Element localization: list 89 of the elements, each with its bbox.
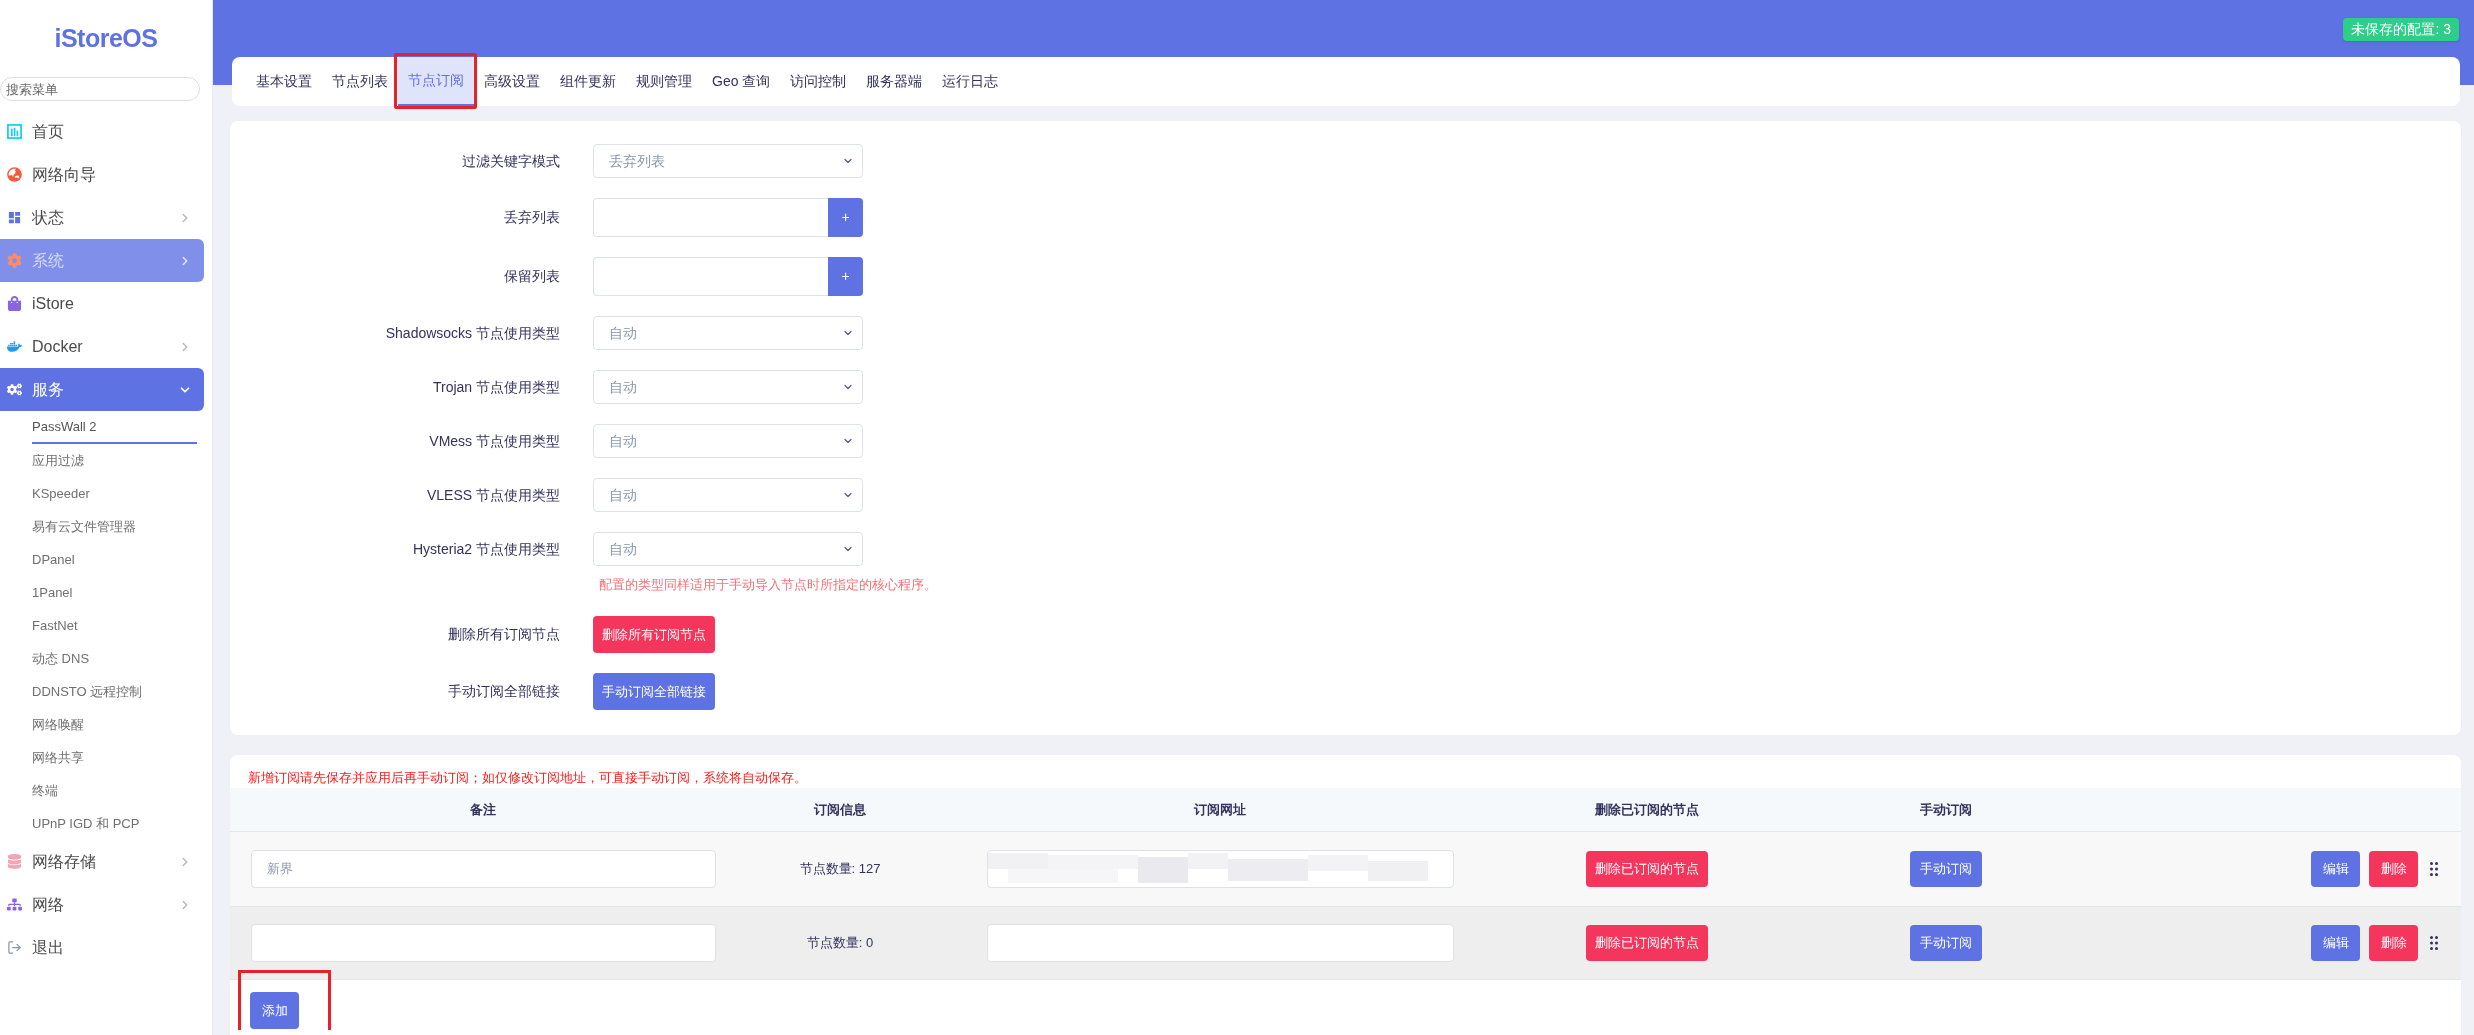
dashboard-icon (7, 210, 22, 225)
submenu-item[interactable]: 易有云文件管理器 (32, 510, 197, 543)
sidebar-item[interactable]: 网络向导 (0, 153, 204, 196)
sidebar-item[interactable]: 首页 (0, 110, 204, 153)
submenu-item[interactable]: PassWall 2 (32, 411, 197, 444)
submenu-item[interactable]: 1Panel (32, 576, 197, 609)
column-header: 删除已订阅的节点 (1595, 800, 1699, 819)
tab[interactable]: 节点订阅 (398, 57, 474, 106)
submenu-item[interactable]: 网络共享 (32, 741, 197, 774)
node-count: 节点数量: 127 (799, 860, 881, 879)
delete-nodes-button[interactable]: 删除已订阅的节点 (1586, 851, 1708, 887)
select-field[interactable]: 自动 (593, 532, 863, 566)
field-label: 丢弃列表 (503, 208, 560, 227)
tab[interactable]: 服务器端 (856, 57, 933, 106)
field-label: Trojan 节点使用类型 (431, 378, 560, 397)
sidebar-item[interactable]: 网络存储 (0, 840, 204, 883)
delete-button[interactable]: 删除 (2369, 851, 2418, 887)
input-field[interactable] (593, 198, 828, 237)
submenu-item[interactable]: KSpeeder (32, 477, 197, 510)
sidebar-item[interactable]: Docker (0, 325, 204, 368)
field-label: 保留列表 (503, 267, 560, 286)
submenu-item[interactable]: UPnP IGD 和 PCP (32, 807, 197, 840)
field-label: 手动订阅全部链接 (447, 682, 560, 701)
edit-button[interactable]: 编辑 (2311, 925, 2360, 961)
tab[interactable]: Geo 查询 (702, 57, 781, 106)
logout-icon (7, 940, 22, 955)
field-label: VMess 节点使用类型 (428, 432, 560, 451)
edit-button[interactable]: 编辑 (2311, 851, 2360, 887)
action-button[interactable]: 手动订阅全部链接 (593, 673, 715, 710)
select-field[interactable]: 自动 (593, 424, 863, 458)
add-button[interactable]: 添加 (250, 992, 299, 1029)
sitemap-icon (7, 897, 22, 912)
submenu-item[interactable]: 网络唤醒 (32, 708, 197, 741)
gear-icon (7, 253, 22, 268)
tab[interactable]: 高级设置 (474, 57, 550, 106)
submenu-item[interactable]: 应用过滤 (32, 444, 197, 477)
submenu-item[interactable]: FastNet (32, 609, 197, 642)
tab[interactable]: 访问控制 (780, 57, 857, 106)
field-label: 删除所有订阅节点 (447, 625, 560, 644)
database-icon (7, 854, 22, 869)
field-label: VLESS 节点使用类型 (425, 486, 560, 505)
sidebar-item[interactable]: 网络 (0, 883, 204, 926)
field-label: 过滤关键字模式 (461, 152, 560, 171)
submenu-item[interactable]: 终端 (32, 774, 197, 807)
drag-handle-icon[interactable] (2430, 936, 2438, 950)
add-item-button[interactable]: + (828, 257, 863, 296)
logo: iStoreOS (54, 22, 158, 54)
select-field[interactable]: 自动 (593, 316, 863, 350)
url-field[interactable] (986, 924, 1454, 962)
input-field[interactable] (593, 257, 828, 296)
field-label: Hysteria2 节点使用类型 (411, 540, 560, 559)
select-field[interactable]: 自动 (593, 478, 863, 512)
column-header: 手动订阅 (1920, 800, 1972, 819)
submenu-item[interactable]: 动态 DNS (32, 642, 197, 675)
subscribe-button[interactable]: 手动订阅 (1910, 851, 1982, 887)
submenu-item[interactable]: DPanel (32, 543, 197, 576)
sidebar-item[interactable]: iStore (0, 282, 204, 325)
delete-button[interactable]: 删除 (2369, 925, 2418, 961)
column-header: 备注 (469, 800, 496, 819)
action-button[interactable]: 删除所有订阅节点 (593, 616, 715, 653)
notice-text: 新增订阅请先保存并应用后再手动订阅；如仅修改订阅地址，可直接手动订阅，系统将自动保存。 (247, 769, 808, 786)
hint-text: 配置的类型同样适用于手动导入节点时所指定的核心程序。 (599, 578, 937, 592)
sidebar-item[interactable]: 服务 (0, 368, 204, 411)
field-label: Shadowsocks 节点使用类型 (384, 324, 560, 343)
submenu-item[interactable]: DDNSTO 远程控制 (32, 675, 197, 708)
select-field[interactable]: 丢弃列表 (593, 144, 863, 178)
gears-icon (7, 382, 22, 397)
remark-field[interactable] (251, 924, 716, 962)
search-field[interactable]: 搜索菜单 (0, 77, 200, 101)
tab[interactable]: 运行日志 (932, 57, 1009, 106)
bag-icon (7, 296, 22, 311)
node-count: 节点数量: 0 (806, 934, 874, 953)
whale-icon (7, 339, 22, 354)
sidebar-item[interactable]: 状态 (0, 196, 204, 239)
column-header: 订阅信息 (814, 800, 866, 819)
subscribe-button[interactable]: 手动订阅 (1910, 925, 1982, 961)
tab[interactable]: 节点列表 (322, 57, 398, 106)
select-field[interactable]: 自动 (593, 370, 863, 404)
tab[interactable]: 规则管理 (626, 57, 702, 106)
delete-nodes-button[interactable]: 删除已订阅的节点 (1586, 925, 1708, 961)
bar-chart-icon (7, 124, 22, 139)
drag-handle-icon[interactable] (2430, 862, 2438, 876)
tab[interactable]: 组件更新 (550, 57, 626, 106)
remark-field[interactable]: 新界 (251, 850, 716, 888)
add-item-button[interactable]: + (828, 198, 863, 237)
globe-icon (7, 167, 22, 182)
tab[interactable]: 基本设置 (246, 57, 322, 106)
sidebar-item[interactable]: 退出 (0, 926, 204, 969)
column-header: 订阅网址 (1194, 800, 1246, 819)
